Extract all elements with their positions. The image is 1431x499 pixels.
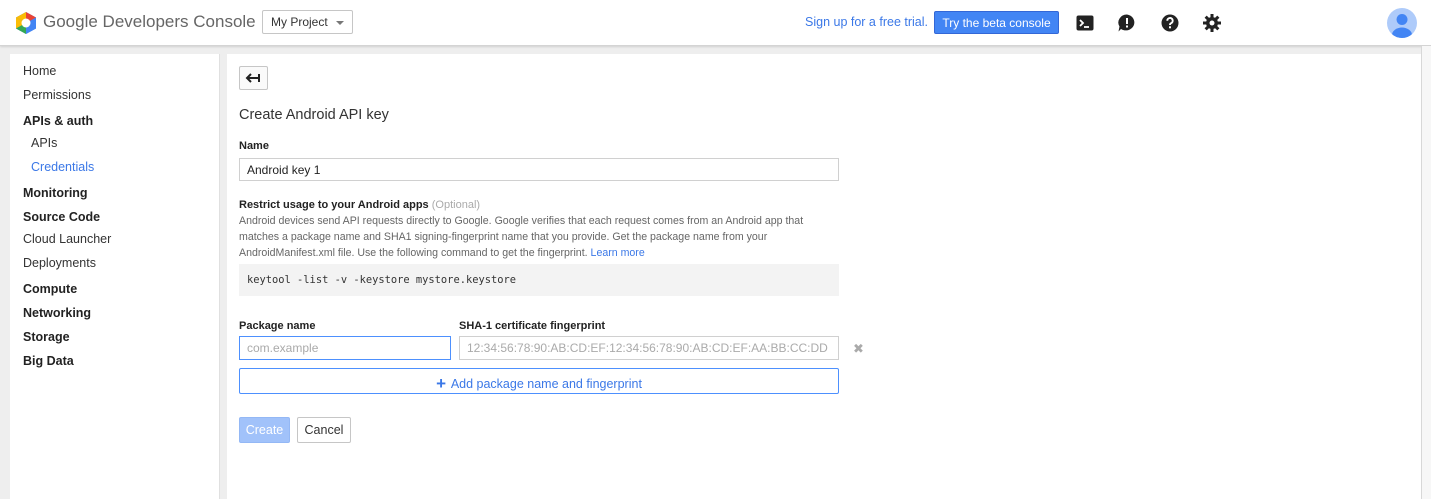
add-package-button[interactable]: + Add package name and fingerprint xyxy=(239,368,839,394)
project-selector-label: My Project xyxy=(271,15,328,29)
package-name-label: Package name xyxy=(239,320,316,332)
app-title[interactable]: Google Developers Console xyxy=(43,12,256,32)
main-panel: Create Android API key Name Android key … xyxy=(227,54,1421,499)
plus-icon: + xyxy=(436,374,447,393)
settings-icon[interactable] xyxy=(1202,13,1222,33)
create-button[interactable]: Create xyxy=(239,417,290,443)
sidebar-item-credentials[interactable]: Credentials xyxy=(31,160,94,174)
name-label: Name xyxy=(239,140,269,152)
cancel-button[interactable]: Cancel xyxy=(297,417,351,443)
sidebar-item-apis[interactable]: APIs xyxy=(31,136,57,150)
sidebar-item-deployments[interactable]: Deployments xyxy=(23,256,96,270)
add-package-label: Add package name and fingerprint xyxy=(450,377,642,391)
project-selector[interactable]: My Project xyxy=(262,10,353,34)
scrollbar-track[interactable] xyxy=(1421,46,1431,499)
beta-console-button[interactable]: Try the beta console xyxy=(934,11,1059,34)
free-trial-link[interactable]: Sign up for a free trial. xyxy=(805,15,928,29)
sidebar-item-compute[interactable]: Compute xyxy=(23,282,77,296)
page-title: Create Android API key xyxy=(239,107,389,123)
remove-row-icon[interactable]: ✖ xyxy=(853,341,864,357)
learn-more-link[interactable]: Learn more xyxy=(591,247,645,259)
back-button[interactable] xyxy=(239,66,268,90)
restrict-description-text: Android devices send API requests direct… xyxy=(239,215,804,259)
feedback-icon[interactable] xyxy=(1117,13,1137,33)
sidebar-item-networking[interactable]: Networking xyxy=(23,306,91,320)
sha1-fingerprint-input[interactable]: 12:34:56:78:90:AB:CD:EF:12:34:56:78:90:A… xyxy=(459,336,839,360)
chevron-down-icon xyxy=(336,21,344,25)
optional-hint: (Optional) xyxy=(431,199,481,211)
avatar[interactable] xyxy=(1387,8,1417,38)
restrict-description: Android devices send API requests direct… xyxy=(239,213,839,261)
package-name-input[interactable]: com.example xyxy=(239,336,451,360)
keytool-command: keytool -list -v -keystore mystore.keyst… xyxy=(239,264,839,296)
sidebar-item-apis-auth[interactable]: APIs & auth xyxy=(23,114,93,128)
top-bar: Google Developers Console My Project Sig… xyxy=(0,0,1431,46)
sha1-label: SHA-1 certificate fingerprint xyxy=(459,320,606,332)
sidebar-item-permissions[interactable]: Permissions xyxy=(23,88,91,102)
help-icon[interactable] xyxy=(1160,13,1180,33)
developers-console-logo-icon[interactable] xyxy=(14,11,38,35)
sidebar-item-big-data[interactable]: Big Data xyxy=(23,354,74,368)
sidebar-item-home[interactable]: Home xyxy=(23,64,56,78)
restrict-label-text: Restrict usage to your Android apps xyxy=(239,199,429,211)
user-icon xyxy=(1392,14,1412,38)
sidebar-item-source-code[interactable]: Source Code xyxy=(23,210,100,224)
cloud-shell-icon[interactable] xyxy=(1075,13,1095,33)
sidebar-item-storage[interactable]: Storage xyxy=(23,330,70,344)
sidebar-item-monitoring[interactable]: Monitoring xyxy=(23,186,88,200)
back-arrow-icon xyxy=(245,73,260,83)
name-input[interactable]: Android key 1 xyxy=(239,158,839,181)
restrict-label: Restrict usage to your Android apps (Opt… xyxy=(239,199,480,211)
sidebar-item-cloud-launcher[interactable]: Cloud Launcher xyxy=(23,232,111,246)
sidebar-nav: Home Permissions APIs & auth APIs Creden… xyxy=(10,54,220,499)
